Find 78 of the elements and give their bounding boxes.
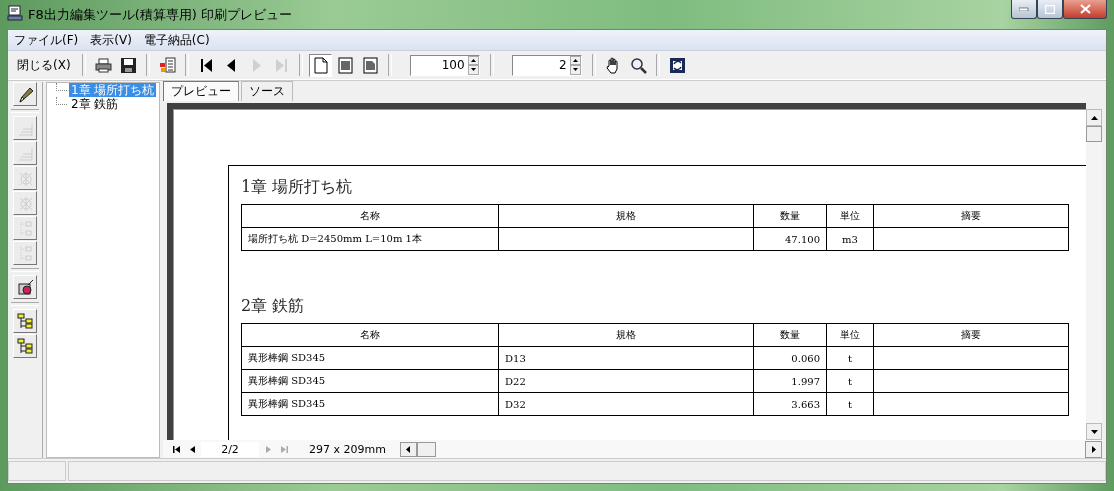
- up-arrow-icon: [470, 58, 476, 62]
- table-cell: 0.060: [791, 352, 820, 364]
- page-number-field[interactable]: 2/2: [201, 441, 259, 457]
- table-cell: 1.997: [791, 375, 820, 387]
- chapter-heading: 2章 鉄筋: [241, 295, 306, 317]
- menu-item[interactable]: 表示(V): [84, 31, 138, 49]
- refresh-icon: [668, 56, 686, 74]
- table-cell: t: [848, 375, 852, 387]
- up-arrow-icon: [1090, 115, 1098, 120]
- down-arrow-icon: [1090, 429, 1098, 434]
- printer-icon: [94, 56, 112, 74]
- maximize-button[interactable]: [1037, 0, 1063, 19]
- single-page-button[interactable]: [308, 53, 332, 77]
- table-cell: 3.663: [791, 398, 820, 410]
- magnifier-icon: [629, 56, 647, 74]
- tree-diagram-button[interactable]: [13, 309, 37, 333]
- column-header: 規格: [498, 323, 754, 347]
- column-header: 単位: [826, 323, 874, 347]
- column-header: 数量: [753, 323, 827, 347]
- menu-item[interactable]: 電子納品(C): [137, 31, 216, 49]
- minimize-icon: [1019, 7, 1029, 11]
- table-cell: t: [848, 398, 852, 410]
- column-header: 名称: [241, 323, 499, 347]
- column-header: 規格: [498, 204, 754, 228]
- down-arrow-icon: [470, 68, 476, 72]
- tab[interactable]: プレビュー: [163, 81, 239, 101]
- first-arrow-icon: [171, 444, 181, 454]
- vertical-scrollbar[interactable]: [1086, 109, 1102, 440]
- menu-item[interactable]: ファイル(F): [8, 31, 85, 49]
- scroll-thumb[interactable]: [416, 441, 436, 457]
- column-header: 単位: [826, 204, 874, 228]
- app-icon: [7, 5, 23, 21]
- tab[interactable]: ソース: [241, 81, 293, 101]
- down-arrow-icon: [572, 68, 578, 72]
- tree-diagram-button[interactable]: [13, 334, 37, 358]
- status-panel: [8, 461, 66, 481]
- minimize-button[interactable]: [1011, 0, 1037, 19]
- maximize-icon: [1045, 4, 1055, 14]
- table-cell: 異形棒鋼 SD345: [248, 352, 326, 363]
- table-cell: D22: [505, 375, 526, 387]
- document-export-icon: [158, 56, 176, 74]
- left-arrow-icon: [406, 445, 411, 453]
- horizontal-scrollbar[interactable]: [399, 441, 436, 457]
- number-spinner[interactable]: 100: [409, 54, 480, 76]
- column-header: 摘要: [873, 204, 1069, 228]
- tree-item[interactable]: 2章 鉄筋: [69, 97, 121, 111]
- table-cell: 47.100: [785, 233, 820, 245]
- close-icon: [1079, 4, 1091, 14]
- scroll-thumb[interactable]: [1086, 126, 1102, 142]
- table-cell: m3: [842, 233, 858, 245]
- tree-diagram-icon: [16, 312, 34, 330]
- pen-button[interactable]: [13, 82, 37, 106]
- column-header: 数量: [753, 204, 827, 228]
- prev-arrow-icon: [187, 444, 197, 454]
- paper-size-label: 297 x 209mm: [309, 442, 386, 456]
- multi-page-icon: [361, 56, 379, 74]
- chapter-heading: 1章 場所打ち杭: [241, 176, 354, 198]
- next-arrow-icon: [263, 444, 273, 454]
- close-preview-button[interactable]: 閉じる(X): [12, 53, 76, 77]
- up-arrow-icon: [572, 58, 578, 62]
- table-cell: 異形棒鋼 SD345: [248, 398, 326, 409]
- pen-icon: [16, 85, 34, 103]
- table-cell: t: [848, 352, 852, 364]
- tree-diagram-icon: [16, 337, 34, 355]
- table-cell: 場所打ち杭 D=2450mm L=10m 1本: [248, 233, 422, 244]
- single-page-icon: [311, 56, 329, 74]
- column-header: 摘要: [873, 323, 1069, 347]
- table-cell: D32: [505, 398, 526, 410]
- table-cell: 異形棒鋼 SD345: [248, 375, 326, 386]
- window-title: F8出力編集ツール(積算専用) 印刷プレビュー: [28, 5, 293, 24]
- number-spinner[interactable]: 2: [511, 54, 582, 76]
- double-page-icon: [336, 56, 354, 74]
- last-arrow-icon: [279, 444, 289, 454]
- scroll-right-button[interactable]: [1085, 440, 1102, 458]
- close-button[interactable]: [1063, 0, 1107, 19]
- right-arrow-icon: [1091, 445, 1096, 453]
- table-cell: D13: [505, 352, 526, 364]
- column-header: 名称: [241, 204, 499, 228]
